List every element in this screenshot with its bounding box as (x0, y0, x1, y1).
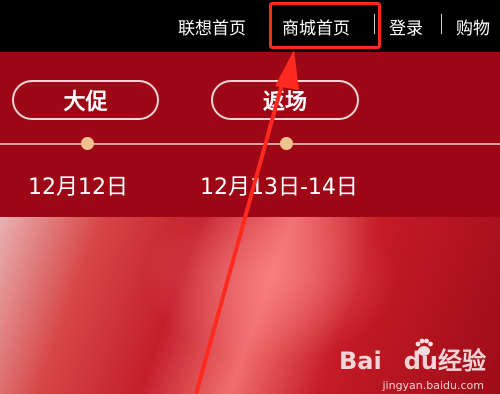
mall-home-highlight-box (269, 2, 381, 49)
timeline-dot-icon (280, 137, 293, 150)
phase-sale-badge: 大促 (12, 80, 159, 120)
login-link[interactable]: 登录 (389, 0, 423, 52)
lenovo-home-link[interactable]: 联想首页 (178, 0, 246, 52)
nav-separator (441, 14, 442, 34)
schedule-timeline (0, 143, 500, 145)
timeline-dot-icon (81, 137, 94, 150)
phase-return-badge: 返场 (211, 80, 359, 120)
watermark-url: jingyan.baidu.com (382, 379, 484, 392)
top-navigation-bar (0, 0, 500, 52)
phase-sale-date: 12月12日 (28, 175, 128, 200)
cart-link[interactable]: 购物 (456, 0, 490, 52)
phase-return-date: 12月13日-14日 (200, 175, 358, 200)
baidu-jingyan-watermark: Bai du经验 (339, 347, 486, 375)
